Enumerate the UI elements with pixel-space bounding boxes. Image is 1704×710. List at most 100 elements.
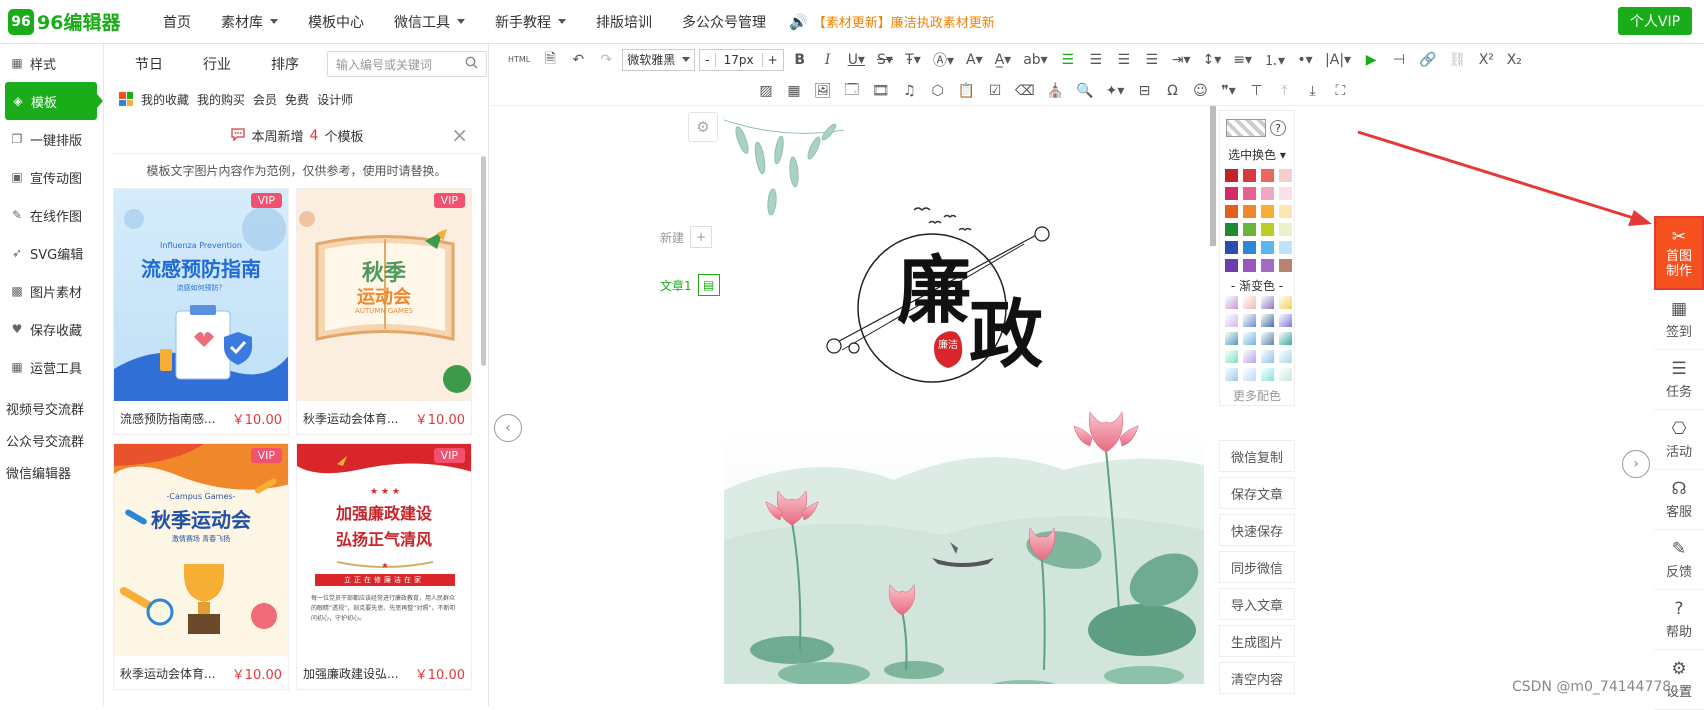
gradient-swatch[interactable] xyxy=(1225,368,1238,381)
superscript-icon[interactable]: X² xyxy=(1474,49,1498,71)
divider-icon[interactable]: ⊟ xyxy=(1132,80,1156,102)
action-button[interactable]: 同步微信 xyxy=(1219,551,1295,583)
color-swatch[interactable] xyxy=(1261,259,1274,272)
paragraph-spacing-icon[interactable]: ≡▾ xyxy=(1229,49,1256,71)
left-nav-item[interactable]: ▦ 样式 xyxy=(0,44,103,82)
document-icon[interactable]: 🗎 xyxy=(538,49,562,71)
nav-item[interactable]: 新手教程 xyxy=(480,12,581,32)
sub-tab-favorites[interactable]: 我的收藏 xyxy=(141,91,189,108)
font-size-value[interactable]: 17px xyxy=(720,53,758,67)
fullscreen-icon[interactable]: ⛶ xyxy=(1328,80,1352,102)
find-replace-icon[interactable]: 🔍 xyxy=(1072,80,1097,102)
action-button[interactable]: 保存文章 xyxy=(1219,477,1295,509)
left-nav-item[interactable]: ❐ 一键排版 xyxy=(0,120,103,158)
right-bar-item[interactable]: ☰ 任务 xyxy=(1654,350,1704,410)
format-paint-icon[interactable]: ▶ xyxy=(1359,49,1383,71)
gradient-swatch[interactable] xyxy=(1261,296,1274,309)
table-icon[interactable]: ▦ xyxy=(782,80,806,102)
color-swatch[interactable] xyxy=(1225,205,1238,218)
gradient-swatch[interactable] xyxy=(1261,314,1274,327)
html-source-button[interactable]: HTML xyxy=(504,49,534,71)
template-card[interactable]: ★ ★ ★ ★ 加强廉政建设 弘扬正气清风 立正在修廉洁在家 每一位党员干部都应… xyxy=(296,443,472,690)
new-article-button[interactable]: 新建 + xyxy=(660,224,720,250)
unlink-icon[interactable]: ⛓ xyxy=(1445,49,1471,71)
undo-icon[interactable]: ↶ xyxy=(566,49,590,71)
font-size-plus[interactable]: + xyxy=(761,52,783,67)
gradient-swatch[interactable] xyxy=(1243,368,1256,381)
article-tab-1[interactable]: 文章1 ▤ xyxy=(660,272,720,298)
tab-sort[interactable]: 排序 xyxy=(251,54,319,74)
vip-button[interactable]: 个人VIP xyxy=(1618,7,1692,35)
right-bar-item[interactable]: ? 帮助 xyxy=(1654,590,1704,650)
tab-industry[interactable]: 行业 xyxy=(183,54,251,74)
special-char-icon[interactable]: Ω xyxy=(1160,80,1184,102)
paste-icon[interactable]: 📋 xyxy=(954,80,979,102)
gradient-swatch[interactable] xyxy=(1279,368,1292,381)
action-button[interactable]: 导入文章 xyxy=(1219,588,1295,620)
font-background-icon[interactable]: A̲▾ xyxy=(991,49,1016,71)
gradient-swatch[interactable] xyxy=(1225,332,1238,345)
color-swatch[interactable] xyxy=(1279,169,1292,182)
music-icon[interactable]: ♫ xyxy=(898,80,922,102)
video-icon[interactable]: 🎞 xyxy=(868,80,894,102)
redo-icon[interactable]: ↷ xyxy=(594,49,618,71)
left-nav-item[interactable]: ➶ SVG编辑 xyxy=(0,234,103,272)
gradient-swatch[interactable] xyxy=(1243,296,1256,309)
color-swatch[interactable] xyxy=(1243,259,1256,272)
nav-item[interactable]: 首页 xyxy=(148,12,206,32)
template-thumb[interactable]: ★ ★ ★ ★ 加强廉政建设 弘扬正气清风 立正在修廉洁在家 每一位党员干部都应… xyxy=(297,444,471,656)
left-nav-item[interactable]: ◈ 模板 xyxy=(5,82,103,120)
font-size-minus[interactable]: - xyxy=(700,52,716,67)
color-swatch[interactable] xyxy=(1261,187,1274,200)
italic-icon[interactable]: I xyxy=(816,49,840,71)
action-button[interactable]: 快速保存 xyxy=(1219,514,1295,546)
line-height-icon[interactable]: ↕▾ xyxy=(1198,49,1225,71)
color-swatch[interactable] xyxy=(1261,205,1274,218)
shapes-icon[interactable]: ⬡ xyxy=(926,80,950,102)
color-swatch[interactable] xyxy=(1225,241,1238,254)
color-swatch[interactable] xyxy=(1243,241,1256,254)
nav-item[interactable]: 模板中心 xyxy=(293,12,379,32)
editor-scrollbar[interactable] xyxy=(1210,106,1216,246)
color-swatch[interactable] xyxy=(1261,223,1274,236)
quote-icon[interactable]: ❞▾ xyxy=(1216,80,1240,102)
emoji-icon[interactable]: ☺ xyxy=(1188,80,1212,102)
left-link[interactable]: 微信编辑器 xyxy=(0,456,103,488)
color-swatch[interactable] xyxy=(1225,223,1238,236)
close-icon[interactable]: × xyxy=(451,125,468,145)
eraser-icon[interactable]: ⌫ xyxy=(1011,80,1039,102)
bold-icon[interactable]: B xyxy=(788,49,812,71)
template-thumb[interactable]: Influenza Prevention 流感预防指南 流感如何预防？ VIP xyxy=(114,189,288,401)
unordered-list-icon[interactable]: •▾ xyxy=(1293,49,1317,71)
nav-item[interactable]: 素材库 xyxy=(206,12,293,32)
next-arrow-icon[interactable]: › xyxy=(1622,450,1650,478)
sub-tab-purchases[interactable]: 我的购买 xyxy=(197,91,245,108)
template-thumb[interactable]: -Campus Games- 秋季运动会 激情赛场 青春飞扬 VIP xyxy=(114,444,288,656)
align-center-icon[interactable]: ☰ xyxy=(1084,49,1108,71)
gradient-swatch[interactable] xyxy=(1279,314,1292,327)
strikethrough-icon[interactable]: S▾ xyxy=(873,49,897,71)
link-icon[interactable]: 🔗 xyxy=(1415,49,1440,71)
right-bar-item[interactable]: ☊ 客服 xyxy=(1654,470,1704,530)
logo[interactable]: 96 96编辑器 xyxy=(8,8,148,35)
color-swatch[interactable] xyxy=(1279,223,1292,236)
color-swatch[interactable] xyxy=(1225,187,1238,200)
nav-item[interactable]: 排版培训 xyxy=(581,12,667,32)
color-swatch[interactable] xyxy=(1243,169,1256,182)
image-icon[interactable]: 🖼 xyxy=(810,80,836,102)
tab-festival[interactable]: 节日 xyxy=(115,54,183,74)
gradient-swatch[interactable] xyxy=(1243,350,1256,363)
stamp-icon[interactable]: ⛪ xyxy=(1043,80,1068,102)
panel-scrollbar[interactable] xyxy=(481,156,486,366)
right-bar-item[interactable]: ✎ 反馈 xyxy=(1654,530,1704,590)
text-format-icon[interactable]: Ŧ▾ xyxy=(901,49,925,71)
color-swatch[interactable] xyxy=(1225,259,1238,272)
prev-arrow-icon[interactable]: ‹ xyxy=(494,414,522,442)
search-input[interactable]: 输入编号或关键词 xyxy=(327,51,487,77)
underline-icon[interactable]: U▾ xyxy=(844,49,869,71)
gradient-swatch[interactable] xyxy=(1279,350,1292,363)
align-right-icon[interactable]: ☰ xyxy=(1112,49,1136,71)
announcement[interactable]: 🔊 【素材更新】廉洁执政素材更新 xyxy=(789,12,995,32)
select-recolor-label[interactable]: 选中换色 ▾ xyxy=(1220,145,1294,165)
text-style-icon[interactable]: ab▾ xyxy=(1019,49,1052,71)
